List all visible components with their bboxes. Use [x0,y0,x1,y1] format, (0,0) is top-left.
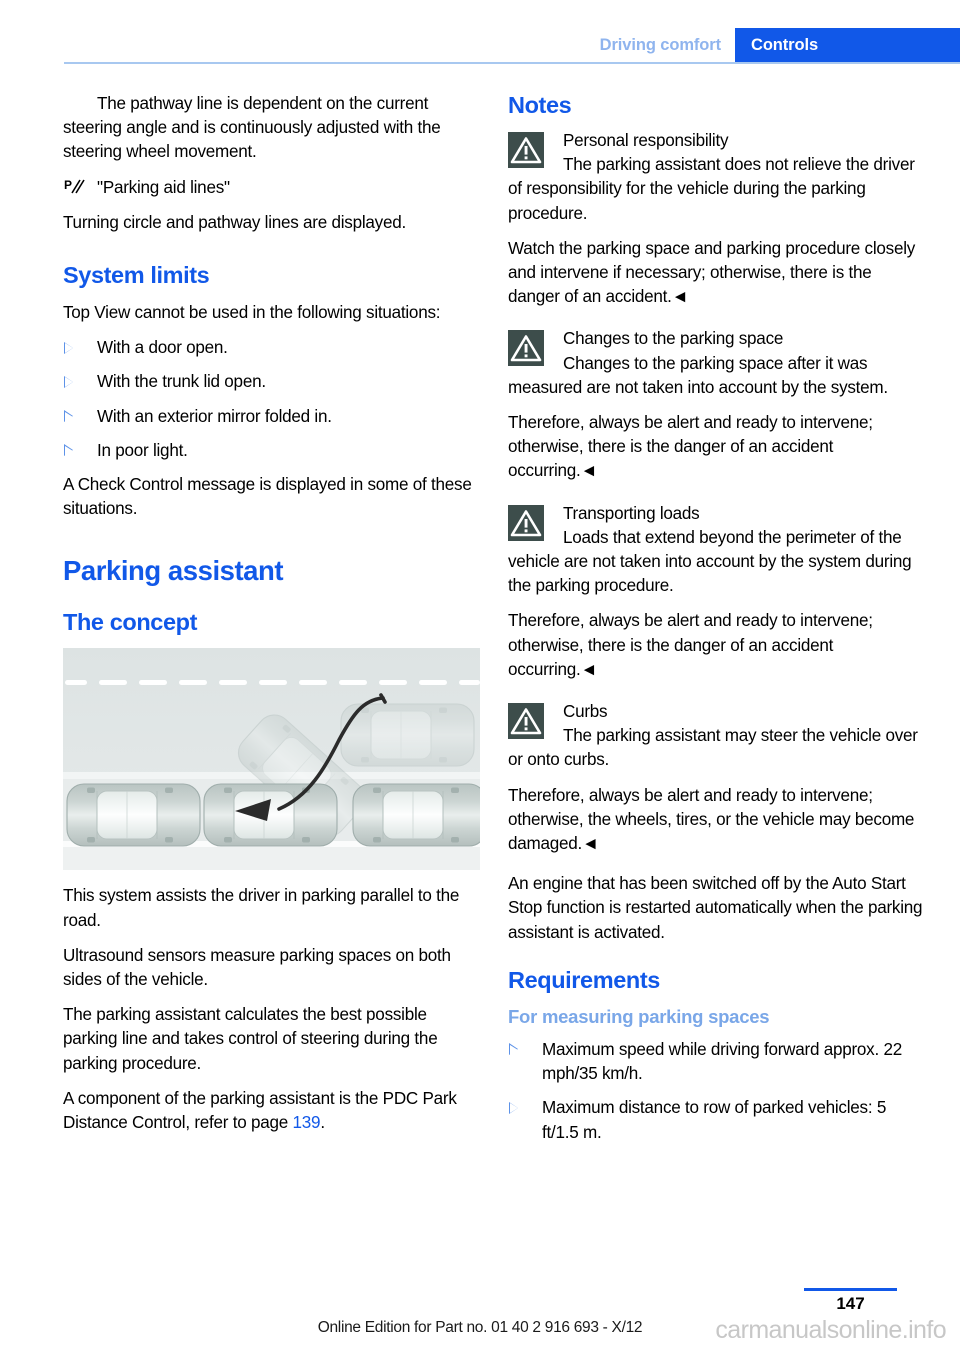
triangle-bullet-icon [63,444,73,457]
tab-driving-comfort[interactable]: Driving comfort [590,28,735,62]
system-limits-heading: System limits [63,262,210,289]
notes-heading: Notes [508,92,572,118]
list-item: With an exterior mirror folded in. [63,405,480,429]
concept-paragraph-2: Ultrasound sensors measure parking space… [63,945,451,990]
note-block: Transporting loads Loads that extend bey… [508,502,925,599]
list-item: With the trunk lid open. [63,370,480,394]
warning-triangle-icon [508,703,544,740]
concept-paragraph-1: This system assists the driver in parkin… [63,886,460,930]
pdc-text-after: . [320,1113,325,1133]
note-title: Transporting loads [563,503,700,523]
note-follow: Therefore, always be alert and ready to … [508,611,873,679]
parking-illustration [63,648,480,871]
list-item-label: In poor light. [97,440,188,460]
list-item-label: With the trunk lid open. [97,372,266,392]
pdc-paragraph: A component of the parking assistant is … [63,1087,480,1135]
triangle-bullet-icon [63,410,73,423]
warning-triangle-icon [508,330,544,367]
triangle-bullet-icon [508,1101,518,1114]
note-follow: Watch the parking space and parking proc… [508,238,916,307]
warning-triangle-icon [508,132,544,168]
system-limits-intro: Top View cannot be used in the following… [63,303,441,323]
list-item: In poor light. [63,439,480,463]
left-column: The pathway line is dependent on the cur… [63,92,480,1146]
measuring-parking-spaces-heading: For measuring parking spaces [508,1005,770,1027]
pdc-page-link[interactable]: 139 [293,1113,321,1132]
page-header: Driving comfort Controls [0,28,960,64]
tab-controls[interactable]: Controls [735,28,960,62]
measuring-requirements-list: Maximum speed while driving forward appr… [508,1038,925,1145]
concept-heading: The concept [63,609,198,636]
parking-aid-lines-desc: Turning circle and pathway lines are dis… [63,212,406,232]
list-item-label: With an exterior mirror folded in. [97,406,332,426]
note-lead: Changes to the parking space after it wa… [508,353,888,397]
intro-paragraph: The pathway line is dependent on the cur… [63,94,441,162]
note-follow: Therefore, always be alert and ready to … [508,413,873,481]
concept-paragraph-3: The parking assistant calculates the bes… [63,1005,438,1073]
note-follow: Therefore, always be alert and ready to … [508,785,915,854]
triangle-bullet-icon [63,375,73,388]
header-tabs: Driving comfort Controls [590,28,960,62]
header-divider [64,62,960,64]
system-limits-list: With a door open. With the trunk lid ope… [63,336,480,463]
note-title: Curbs [563,702,608,722]
parking-aid-lines-row: P "Parking aid lines" [63,176,480,200]
note-block: Changes to the parking space Changes to … [508,327,925,400]
parking-aid-lines-icon: P [64,177,90,199]
chapter-heading: Parking assistant [63,555,284,587]
list-item-label: Maximum speed while driving forward appr… [542,1039,902,1084]
note-title: Personal responsibility [563,131,729,150]
note-lead: The parking assistant does not relieve t… [508,155,915,223]
warning-triangle-icon [508,504,544,541]
watermark: carmanualsonline.info [715,1316,946,1344]
parking-aid-lines-label: "Parking aid lines" [97,177,230,197]
list-item-label: Maximum distance to row of parked vehicl… [542,1098,887,1142]
page-number: 147 [836,1294,865,1313]
footer-divider [804,1288,897,1291]
note-lead: Loads that extend beyond the perimeter o… [508,527,912,596]
list-item: Maximum distance to row of parked vehicl… [508,1096,925,1144]
pdc-text-before: A component of the parking assistant is … [63,1088,457,1133]
auto-start-stop-paragraph: An engine that has been switched off by … [508,874,923,942]
check-control-note: A Check Control message is displayed in … [63,475,472,519]
note-lead: The parking assistant may steer the vehi… [508,726,918,770]
requirements-heading: Requirements [508,966,660,993]
triangle-bullet-icon [63,341,73,354]
page-footer: 147 Online Edition for Part no. 01 40 2 … [0,1272,960,1362]
list-item: With a door open. [63,336,480,360]
svg-text:P: P [64,178,72,192]
note-block: Personal responsibility The parking assi… [508,129,925,226]
triangle-bullet-icon [508,1043,518,1056]
right-column: Notes Personal responsibility The parkin… [508,92,925,1155]
list-item: Maximum speed while driving forward appr… [508,1038,925,1086]
note-title: Changes to the parking space [563,329,784,349]
note-block: Curbs The parking assistant may steer th… [508,700,925,773]
list-item-label: With a door open. [97,338,228,358]
